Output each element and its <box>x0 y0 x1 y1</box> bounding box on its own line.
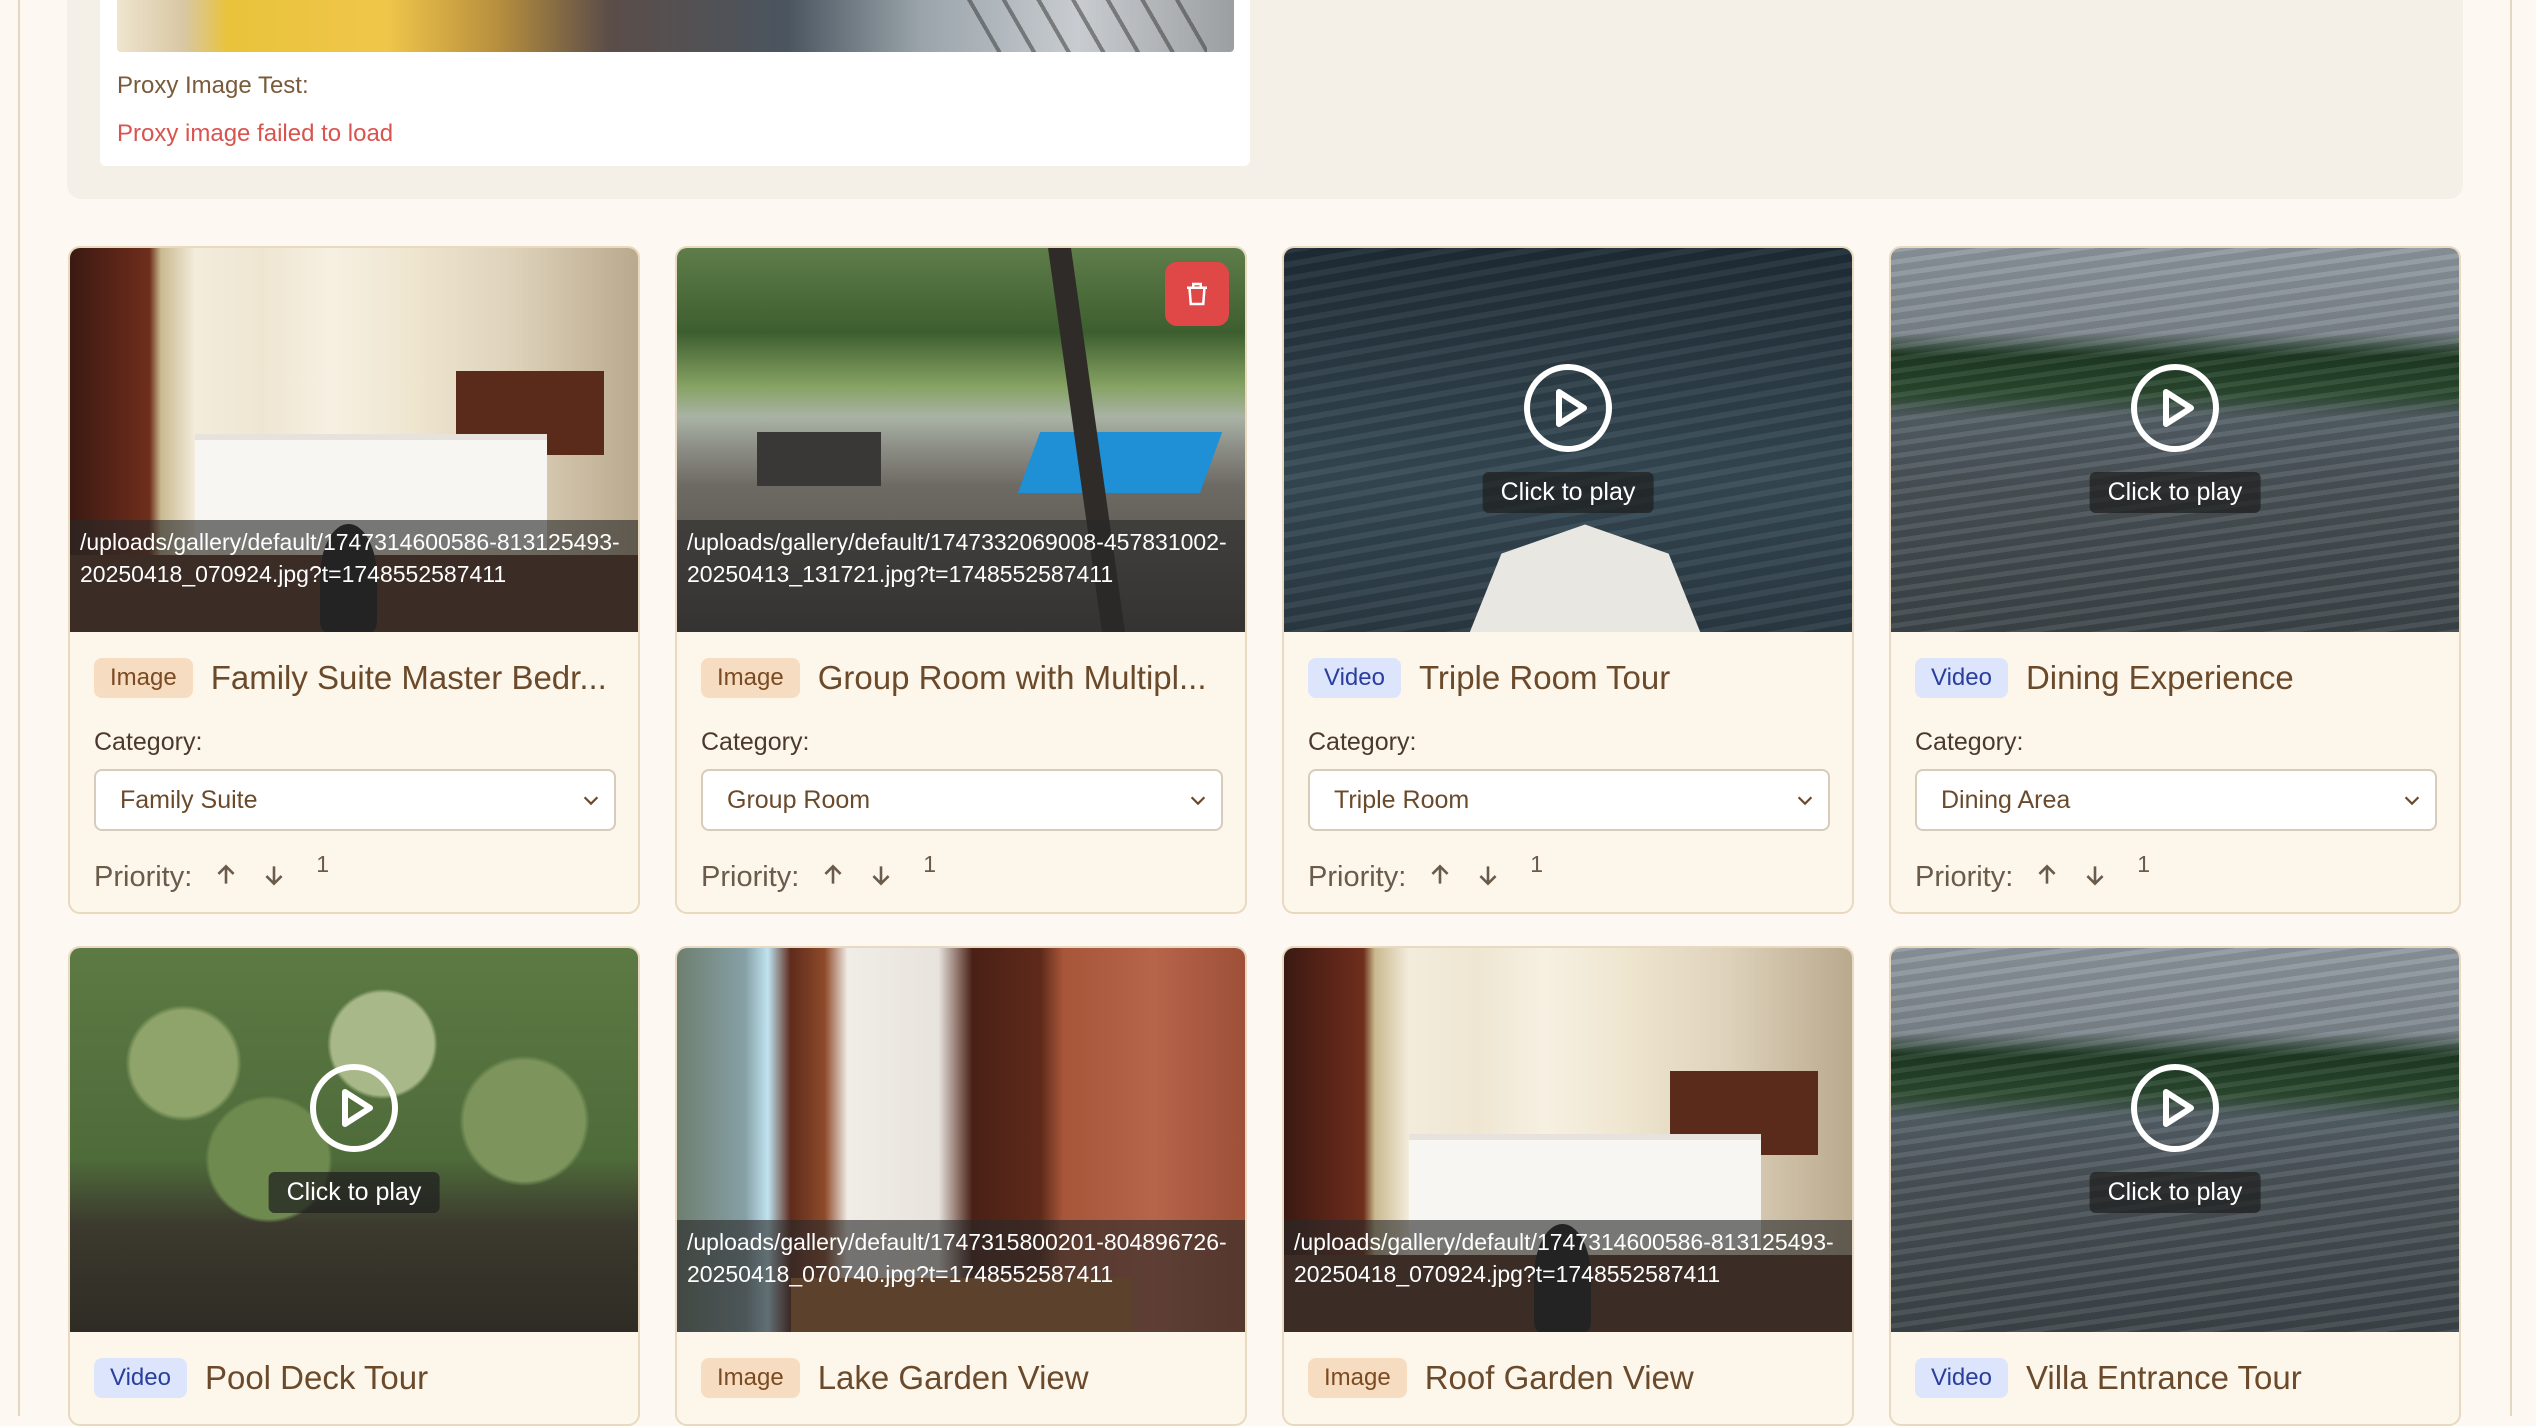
arrow-up-icon <box>824 864 842 884</box>
proxy-test-image <box>117 0 1234 52</box>
category-select[interactable]: Dining Area <box>1915 769 2437 831</box>
proxy-test-label: Proxy Image Test: <box>117 72 309 99</box>
play-button[interactable]: Click to play <box>268 1062 440 1213</box>
media-type-badge: Video <box>94 1358 187 1398</box>
card-title: Family Suite Master Bedr... <box>210 659 607 696</box>
chevron-down-icon <box>583 796 599 806</box>
card-title: Group Room with Multipl... <box>817 659 1207 696</box>
card-title: Lake Garden View <box>817 1359 1089 1396</box>
click-to-play-label: Click to play <box>2089 1172 2261 1213</box>
play-button[interactable]: Click to play <box>2089 1062 2261 1213</box>
gallery-card: /uploads/gallery/default/1747315800201-8… <box>675 946 1247 1426</box>
click-to-play-label: Click to play <box>2089 472 2261 513</box>
media-preview[interactable]: /uploads/gallery/default/1747315800201-8… <box>677 948 1245 1332</box>
card-title: Pool Deck Tour <box>204 1359 429 1396</box>
gallery-card: Click to play Video Villa Entrance Tour <box>1889 946 2461 1426</box>
priority-down-button[interactable] <box>2071 851 2119 899</box>
play-button[interactable]: Click to play <box>1482 362 1654 513</box>
gallery-card: /uploads/gallery/default/1747314600586-8… <box>1282 946 1854 1426</box>
card-title: Roof Garden View <box>1424 1359 1694 1396</box>
click-to-play-label: Click to play <box>1482 472 1654 513</box>
image-path-overlay: /uploads/gallery/default/1747332069008-4… <box>677 520 1245 632</box>
card-title: Dining Experience <box>2025 659 2294 696</box>
category-select-value: Group Room <box>727 785 871 814</box>
chevron-down-icon <box>1797 796 1813 806</box>
play-circle-icon <box>1524 364 1612 452</box>
priority-down-button[interactable] <box>250 851 298 899</box>
image-path-overlay: /uploads/gallery/default/1747314600586-8… <box>70 520 638 632</box>
priority-label: Priority: <box>1915 861 2014 893</box>
media-preview[interactable]: Click to play <box>1891 248 2459 632</box>
priority-label: Priority: <box>94 861 193 893</box>
priority-label: Priority: <box>701 861 800 893</box>
media-type-badge: Video <box>1308 658 1401 698</box>
priority-label: Priority: <box>1308 861 1407 893</box>
arrow-down-icon <box>872 866 890 886</box>
media-preview[interactable]: Click to play <box>1284 248 1852 632</box>
media-type-badge: Image <box>94 658 193 698</box>
media-type-badge: Video <box>1915 658 2008 698</box>
priority-down-button[interactable] <box>857 851 905 899</box>
proxy-test-error: Proxy image failed to load <box>117 120 394 147</box>
media-type-badge: Image <box>701 658 800 698</box>
gallery-card: Click to play Video Pool Deck Tour <box>68 946 640 1426</box>
play-circle-icon <box>310 1064 398 1152</box>
priority-up-button[interactable] <box>1416 851 1464 899</box>
arrow-up-icon <box>1431 864 1449 884</box>
play-button[interactable]: Click to play <box>2089 362 2261 513</box>
category-label: Category: <box>1915 728 2024 756</box>
gallery-card: /uploads/gallery/default/1747314600586-8… <box>68 246 640 914</box>
arrow-up-icon <box>217 864 235 884</box>
category-select-value: Dining Area <box>1941 785 2071 814</box>
priority-value: 1 <box>923 851 937 877</box>
card-title: Villa Entrance Tour <box>2025 1359 2302 1396</box>
delete-button[interactable] <box>1165 262 1229 326</box>
gallery-card: /uploads/gallery/default/1747332069008-4… <box>675 246 1247 914</box>
priority-up-button[interactable] <box>809 851 857 899</box>
click-to-play-label: Click to play <box>268 1172 440 1213</box>
media-preview[interactable]: /uploads/gallery/default/1747314600586-8… <box>70 248 638 632</box>
category-select-value: Triple Room <box>1334 785 1470 814</box>
arrow-down-icon <box>1479 866 1497 886</box>
card-title: Triple Room Tour <box>1418 659 1671 696</box>
chevron-down-icon <box>2404 796 2420 806</box>
priority-value: 1 <box>316 851 330 877</box>
image-path-overlay: /uploads/gallery/default/1747314600586-8… <box>1284 1220 1852 1332</box>
category-select[interactable]: Family Suite <box>94 769 616 831</box>
priority-up-button[interactable] <box>2023 851 2071 899</box>
media-preview[interactable]: /uploads/gallery/default/1747332069008-4… <box>677 248 1245 632</box>
priority-down-button[interactable] <box>1464 851 1512 899</box>
category-select[interactable]: Group Room <box>701 769 1223 831</box>
category-select-value: Family Suite <box>120 785 258 814</box>
category-label: Category: <box>94 728 203 756</box>
priority-up-button[interactable] <box>202 851 250 899</box>
media-type-badge: Image <box>701 1358 800 1398</box>
media-type-badge: Image <box>1308 1358 1407 1398</box>
media-preview[interactable]: /uploads/gallery/default/1747314600586-8… <box>1284 948 1852 1332</box>
image-path-overlay: /uploads/gallery/default/1747315800201-8… <box>677 1220 1245 1332</box>
arrow-down-icon <box>265 866 283 886</box>
play-circle-icon <box>2131 1064 2219 1152</box>
media-preview[interactable]: Click to play <box>70 948 638 1332</box>
category-select[interactable]: Triple Room <box>1308 769 1830 831</box>
arrow-down-icon <box>2086 866 2104 886</box>
priority-value: 1 <box>2137 851 2151 877</box>
category-label: Category: <box>1308 728 1417 756</box>
trash-icon <box>1187 282 1207 306</box>
chevron-down-icon <box>1190 796 1206 806</box>
gallery-card: Click to play Video Triple Room Tour Cat… <box>1282 246 1854 914</box>
media-preview[interactable]: Click to play <box>1891 948 2459 1332</box>
category-label: Category: <box>701 728 810 756</box>
media-type-badge: Video <box>1915 1358 2008 1398</box>
play-circle-icon <box>2131 364 2219 452</box>
arrow-up-icon <box>2038 864 2056 884</box>
priority-value: 1 <box>1530 851 1544 877</box>
gallery-card: Click to play Video Dining Experience Ca… <box>1889 246 2461 914</box>
